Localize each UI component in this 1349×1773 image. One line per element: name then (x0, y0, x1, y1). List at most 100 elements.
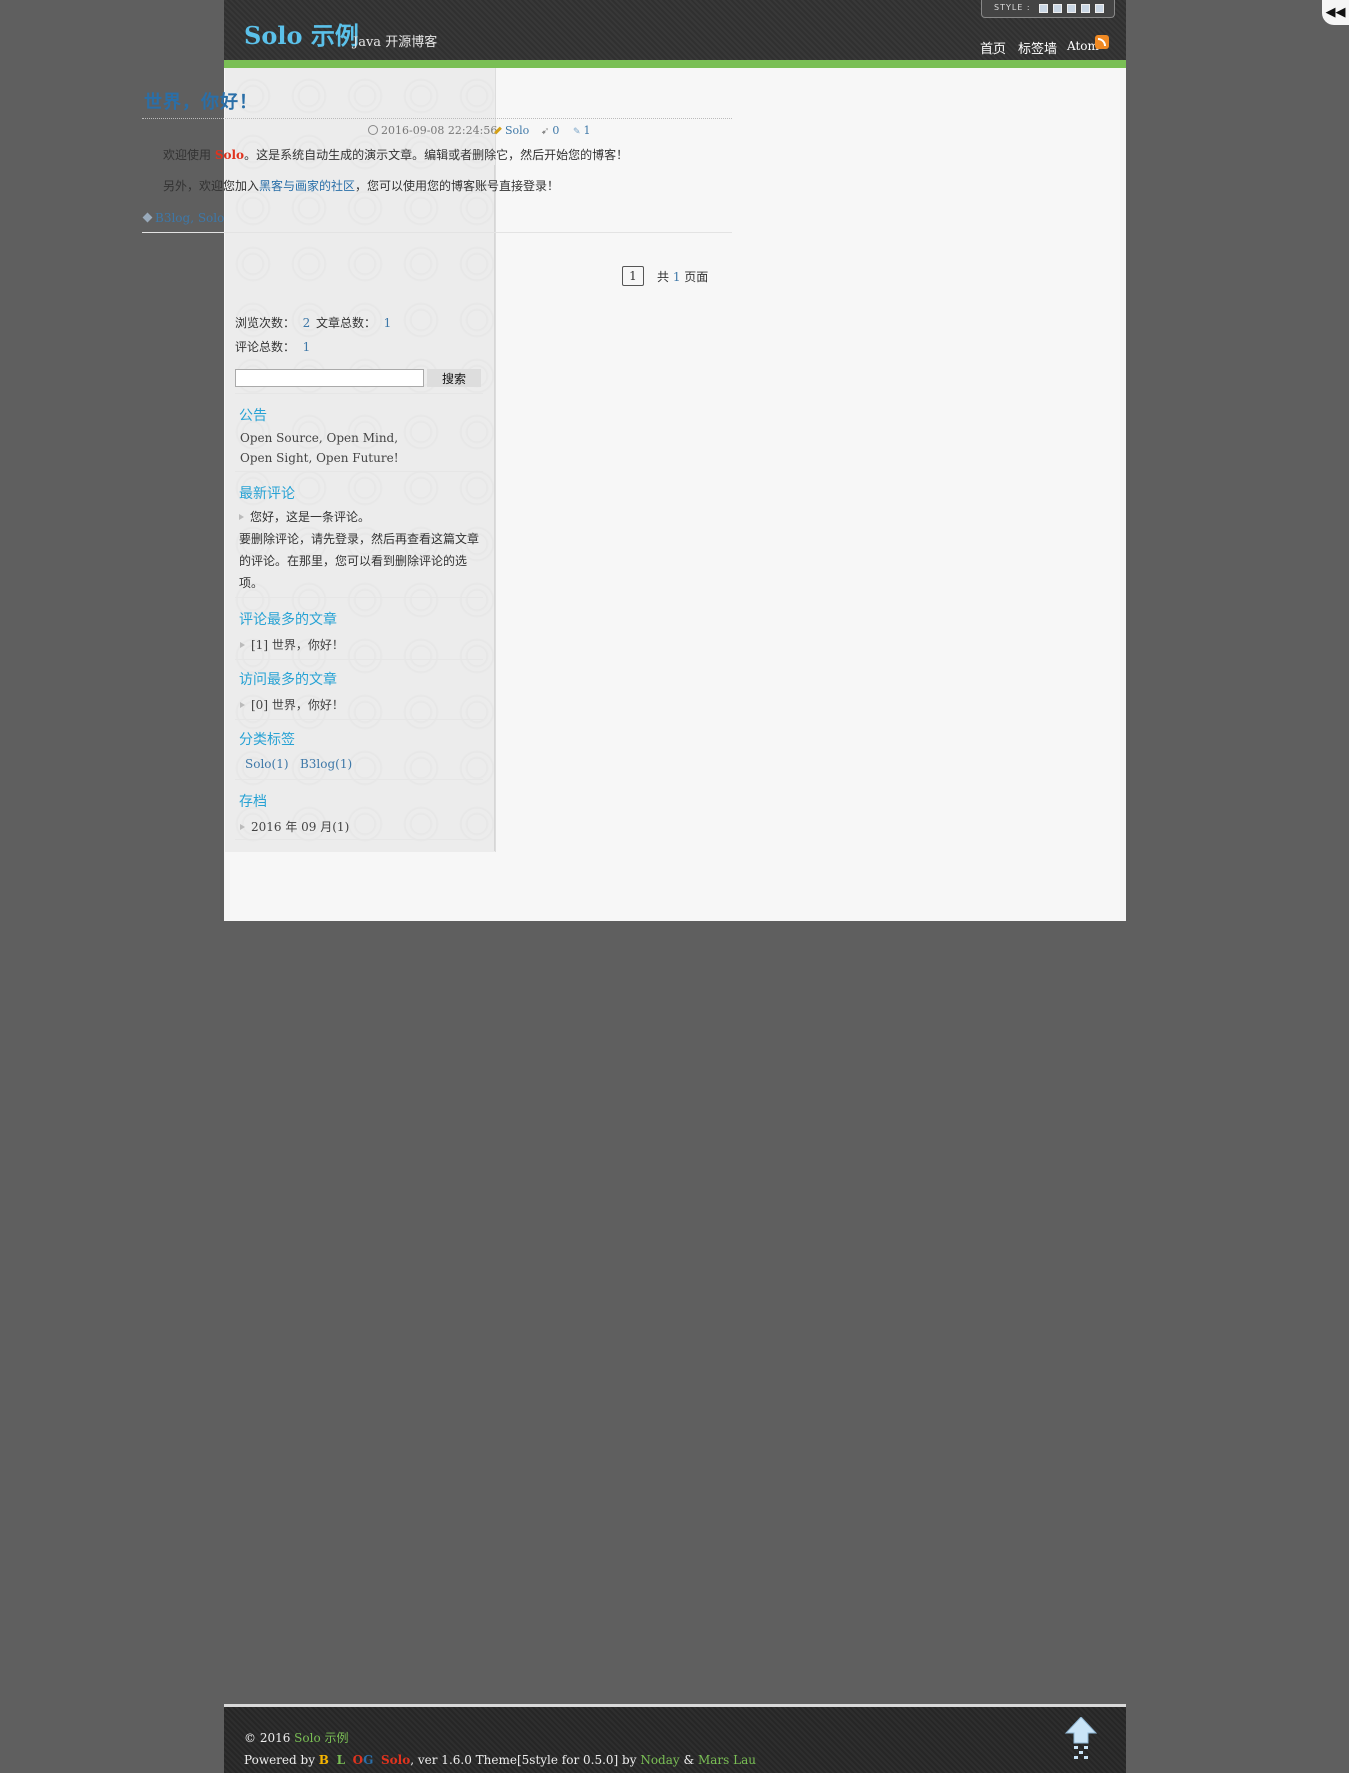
rss-icon[interactable] (1095, 35, 1109, 49)
pencil-icon (494, 126, 502, 135)
tag-module-title: 分类标签 (239, 732, 295, 748)
post-p1-solo: Solo (214, 148, 245, 162)
style-swatch-3[interactable] (1067, 4, 1076, 13)
bullet-arrow-icon (239, 514, 244, 520)
recent-comment-item[interactable]: 您好，这是一条评论。 要删除评论，请先登录，然后再查看这篇文章的评论。在那里，您… (239, 506, 485, 594)
footer-solo-link[interactable]: Solo (381, 1753, 410, 1767)
footer-powered: Powered by B L OG Solo, ver 1.6.0 Theme[… (244, 1753, 756, 1767)
bullet-arrow-icon (240, 642, 245, 648)
style-label: STYLE : (994, 3, 1031, 12)
archive-item[interactable]: 2016 年 09 月(1) (240, 818, 349, 835)
tag-icon (142, 212, 153, 223)
post-date-text: 2016-09-08 22:24:56 (381, 124, 498, 137)
post-title-separator (142, 118, 732, 119)
page-total-prefix: 共 (657, 270, 673, 284)
archive-title: 存档 (239, 794, 267, 810)
recent-comment-first[interactable]: 您好，这是一条评论。 (250, 510, 370, 524)
archive-link[interactable]: 2016 年 09 月(1) (251, 820, 349, 834)
stat-comments: 评论总数： 1 (235, 338, 310, 355)
footer-wrap: © 2016 Solo 示例 Powered by B L OG Solo, v… (224, 852, 1126, 1773)
nav-active-caret-icon: ^ (990, 52, 996, 60)
back-to-top-icon[interactable] (1064, 1717, 1098, 1763)
most-commented-link[interactable]: [1] 世界，你好！ (251, 638, 344, 652)
double-chevron-left-icon[interactable]: ◀◀ (1322, 0, 1349, 25)
column-divider (494, 165, 495, 851)
footer-logo-g[interactable]: G (363, 1753, 373, 1767)
community-link[interactable]: 黑客与画家的社区 (259, 179, 355, 193)
post-p1-text-a: 欢迎使用 (163, 148, 215, 162)
recent-comment-rest[interactable]: 要删除评论，请先登录，然后再查看这篇文章的评论。在那里，您可以看到删除评论的选项… (239, 532, 479, 590)
notice-line-2: Open Sight, Open Future! (240, 451, 399, 465)
stat-comments-label: 评论总数： (235, 340, 296, 354)
page-total-suffix: 页面 (680, 270, 709, 284)
post-author[interactable]: Solo (494, 124, 529, 137)
footer-amp: & (679, 1753, 698, 1767)
comment-icon: ✎ (573, 127, 581, 137)
stat-views-label: 浏览次数： (235, 316, 296, 330)
module-separator (235, 659, 483, 660)
footer-author-mars[interactable]: Mars Lau (698, 1753, 756, 1767)
post-bottom-separator (142, 232, 732, 233)
footer-logo-o[interactable]: O (353, 1753, 363, 1767)
recent-comments-title: 最新评论 (239, 486, 295, 502)
bullet-arrow-icon (240, 702, 245, 708)
footer-site-link[interactable]: Solo 示例 (294, 1731, 348, 1745)
post-date: 2016-09-08 22:24:56 (368, 124, 497, 137)
page-number-current[interactable]: 1 (622, 266, 644, 286)
notice-title: 公告 (239, 408, 267, 424)
clock-icon (368, 125, 378, 135)
post-comments-count[interactable]: 1 (584, 124, 591, 137)
footer-powered-text: Powered by (244, 1753, 319, 1767)
post-p2-text-a: 另外，欢迎您加入 (163, 179, 260, 193)
most-commented-item[interactable]: [1] 世界，你好！ (240, 636, 344, 653)
post-views-count: 0 (552, 124, 560, 137)
search-input[interactable] (235, 369, 424, 387)
module-separator (235, 393, 483, 394)
module-separator (235, 597, 483, 598)
most-viewed-title: 访问最多的文章 (239, 672, 337, 688)
stat-articles-value: 1 (383, 316, 392, 330)
stat-comments-value: 1 (302, 340, 311, 354)
footer-author-noday[interactable]: Noday (640, 1753, 679, 1767)
most-viewed-link[interactable]: [0] 世界，你好！ (251, 698, 344, 712)
notice-line-1: Open Source, Open Mind, (240, 431, 399, 445)
site-title[interactable]: Solo 示例 (244, 16, 359, 51)
post-author-link[interactable]: Solo (505, 124, 529, 137)
post-p1-text-c: 。这是系统自动生成的演示文章。编辑或者删除它，然后开始您的博客！ (244, 148, 629, 162)
main-content (496, 68, 1126, 852)
post-tags: B3log, Solo (142, 211, 224, 225)
footer: © 2016 Solo 示例 Powered by B L OG Solo, v… (224, 1704, 1126, 1773)
post-paragraph-2: 另外，欢迎您加入黑客与画家的社区，您可以使用您的博客账号直接登录！ (163, 177, 559, 194)
tag-link-b3log[interactable]: B3log(1) (300, 757, 352, 771)
tag-cloud: Solo(1) B3log(1) (245, 757, 352, 771)
style-swatch-2[interactable] (1053, 4, 1062, 13)
footer-logo-b[interactable]: B (319, 1753, 329, 1767)
module-separator (235, 779, 483, 780)
style-swatch-1[interactable] (1039, 4, 1048, 13)
stat-views: 浏览次数： 2 (235, 314, 310, 331)
post-views: ➹ 0 (541, 124, 559, 137)
style-swatch-5[interactable] (1095, 4, 1104, 13)
module-separator (235, 471, 483, 472)
post-paragraph-1: 欢迎使用 Solo。这是系统自动生成的演示文章。编辑或者删除它，然后开始您的博客… (163, 146, 628, 163)
header: Solo 示例 Java 开源博客 STYLE : 首页 ^ 标签墙 Atom (224, 0, 1126, 60)
style-switcher: STYLE : (981, 0, 1115, 18)
stat-articles: 文章总数： 1 (316, 314, 391, 331)
footer-version-text: , ver 1.6.0 Theme[5style for 0.5.0] by (410, 1753, 641, 1767)
tag-link-solo[interactable]: Solo(1) (245, 757, 289, 771)
most-viewed-item[interactable]: [0] 世界，你好！ (240, 696, 344, 713)
module-separator (235, 839, 483, 840)
search-button[interactable]: 搜索 (427, 369, 481, 387)
most-commented-title: 评论最多的文章 (239, 612, 337, 628)
post-comments[interactable]: ✎ 1 (573, 124, 591, 137)
style-swatch-4[interactable] (1081, 4, 1090, 13)
footer-copyright: © 2016 Solo 示例 (244, 1729, 349, 1746)
post-tags-links[interactable]: B3log, Solo (155, 211, 224, 225)
nav-tags[interactable]: 标签墙 (1018, 38, 1057, 57)
module-separator (235, 719, 483, 720)
post-title[interactable]: 世界，你好！ (144, 88, 258, 114)
footer-logo-l[interactable]: L (337, 1753, 345, 1767)
footer-copyright-text: © 2016 (244, 1731, 295, 1745)
stat-articles-label: 文章总数： (316, 316, 377, 330)
bullet-arrow-icon (240, 824, 245, 830)
